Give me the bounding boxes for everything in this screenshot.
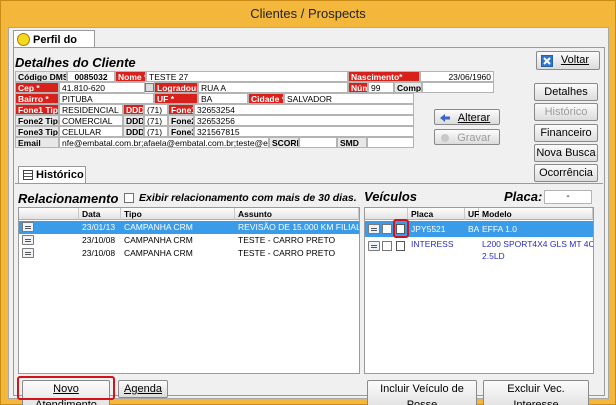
highlight-novo-atendimento xyxy=(17,376,115,400)
detalhes-title: Detalhes do Cliente xyxy=(15,55,136,70)
back-arrow-icon xyxy=(440,114,450,122)
tab-historico[interactable]: Histórico xyxy=(18,166,86,183)
voltar-button[interactable]: Voltar xyxy=(536,51,600,70)
label-bairro: Bairro * xyxy=(15,93,59,104)
ddd3-field[interactable]: (71) xyxy=(144,126,168,137)
table-row[interactable]: 23/10/08 CAMPANHA CRM TESTE - CARRO PRET… xyxy=(19,234,359,247)
veiculos-grid: Placa UF Modelo JPY5521 BA EFFA 1.0 INTE… xyxy=(364,207,594,374)
label-nascimento: Nascimento* xyxy=(348,71,420,82)
label-cidade: Cidade * xyxy=(248,93,284,104)
nova-busca-button[interactable]: Nova Busca xyxy=(534,144,598,162)
incluir-veiculo-button[interactable]: Incluir Veículo de Posse xyxy=(367,380,477,405)
ocorrencia-button[interactable]: Ocorrência xyxy=(534,164,598,182)
table-row[interactable]: INTERESS L200 SPORT4X4 GLS MT 4C 2.5LD xyxy=(365,238,593,264)
num-field[interactable]: 99 xyxy=(368,82,394,93)
cep-field[interactable]: 41.810-620 xyxy=(59,82,145,93)
history-icon xyxy=(23,170,33,180)
window-title: Clientes / Prospects xyxy=(250,6,366,21)
label-cep: Cep * xyxy=(15,82,59,93)
label-fone3: Fone3 xyxy=(168,126,194,137)
label-fone1: Fone1 xyxy=(168,104,194,115)
col-icon xyxy=(19,208,79,220)
message-icon[interactable] xyxy=(22,222,34,232)
label-fone1-tipo: Fone1 Tipo* xyxy=(15,104,59,115)
label-fone2: Fone2 xyxy=(168,115,194,126)
label-num: Núm* xyxy=(348,82,368,93)
table-row[interactable]: 23/10/08 CAMPANHA CRM TESTE - CARRO PRET… xyxy=(19,247,359,260)
highlight-document-icon xyxy=(393,219,409,238)
search-cep-icon[interactable] xyxy=(145,83,154,92)
tab-perfil-do-cliente[interactable]: Perfil do Cliente xyxy=(13,30,95,58)
message-icon[interactable] xyxy=(22,235,34,245)
col-assunto[interactable]: Assunto xyxy=(235,208,359,220)
veiculos-title: Veículos xyxy=(364,189,417,204)
bairro-field[interactable]: PITUBA xyxy=(59,93,154,104)
fone3-field[interactable]: 321567815 xyxy=(194,126,414,137)
document-icon[interactable] xyxy=(396,241,405,251)
fone1-field[interactable]: 32653254 xyxy=(194,104,414,115)
fone2-field[interactable]: 32653256 xyxy=(194,115,414,126)
message-icon[interactable] xyxy=(368,241,380,251)
exibir-30-dias-checkbox[interactable] xyxy=(124,193,134,203)
label-score: SCORE xyxy=(269,137,299,148)
email-field[interactable]: nfe@embatal.com.br;afaela@embatal.com.br… xyxy=(59,137,269,148)
close-x-icon xyxy=(541,55,553,67)
relacionamento-header: Data Tipo Assunto xyxy=(19,208,359,220)
excluir-veiculo-button[interactable]: Excluir Vec. Interesse xyxy=(483,380,589,405)
financeiro-button[interactable]: Financeiro xyxy=(534,124,598,142)
label-smd: SMD xyxy=(337,137,367,148)
fone1-tipo-field[interactable]: RESIDENCIAL xyxy=(59,104,123,115)
col-tipo[interactable]: Tipo xyxy=(121,208,235,220)
col-data[interactable]: Data xyxy=(79,208,121,220)
alterar-button[interactable]: Alterar xyxy=(434,109,500,125)
filter-icon[interactable] xyxy=(382,241,392,251)
ddd2-field[interactable]: (71) xyxy=(144,115,168,126)
exibir-30-dias-label: Exibir relacionamento com mais de 30 dia… xyxy=(139,192,357,204)
score-field[interactable] xyxy=(299,137,337,148)
label-fone2-tipo: Fone2 Tipo xyxy=(15,115,59,126)
historico-button[interactable]: Histórico xyxy=(534,103,598,121)
codigo-field[interactable]: 0085032 xyxy=(67,71,115,82)
uf-field[interactable]: BA xyxy=(198,93,248,104)
relacionamento-grid: Data Tipo Assunto 23/01/13 CAMPANHA CRM … xyxy=(18,207,360,374)
compl-field[interactable] xyxy=(422,82,494,93)
label-codigo: Código DMS xyxy=(15,71,67,82)
gravar-button[interactable]: Gravar xyxy=(434,129,500,145)
label-compl: Compl. xyxy=(394,82,422,93)
smd-field[interactable] xyxy=(367,137,414,148)
label-fone3-tipo: Fone3 Tipo xyxy=(15,126,59,137)
col-placa[interactable]: Placa xyxy=(408,208,465,220)
client-area: Perfil do Cliente Voltar Detalhes do Cli… xyxy=(8,27,609,405)
relacionamento-title: Relacionamento xyxy=(18,191,119,206)
placa-label: Placa: xyxy=(504,189,543,204)
main-window: Clientes / Prospects Perfil do Cliente V… xyxy=(0,0,616,405)
col-modelo[interactable]: Modelo xyxy=(479,208,593,220)
profile-panel: Voltar Detalhes do Cliente Código DMS 00… xyxy=(13,47,605,405)
fone2-tipo-field[interactable]: COMERCIAL xyxy=(59,115,123,126)
filter-icon[interactable] xyxy=(382,224,392,234)
table-row[interactable]: 23/01/13 CAMPANHA CRM REVISÃO DE 15.000 … xyxy=(19,221,359,234)
logradouro-field[interactable]: RUA A xyxy=(198,82,348,93)
col-uf[interactable]: UF xyxy=(465,208,479,220)
label-logradouro: Logradouro* xyxy=(154,82,198,93)
detalhes-button[interactable]: Detalhes xyxy=(534,83,598,101)
cidade-field[interactable]: SALVADOR xyxy=(284,93,414,104)
label-ddd3: DDD xyxy=(123,126,144,137)
nascimento-field[interactable]: 23/06/1960 xyxy=(420,71,494,82)
message-icon[interactable] xyxy=(22,248,34,258)
label-nome: Nome * xyxy=(115,71,146,82)
label-ddd1: DDD * xyxy=(123,104,144,115)
ddd1-field[interactable]: (71) xyxy=(144,104,168,115)
smiley-icon xyxy=(17,33,30,46)
placa-field[interactable]: - xyxy=(544,190,592,204)
nome-field[interactable]: TESTE 27 xyxy=(146,71,348,82)
label-ddd2: DDD xyxy=(123,115,144,126)
message-icon[interactable] xyxy=(368,224,380,234)
save-icon xyxy=(441,134,449,142)
label-uf: UF * xyxy=(154,93,198,104)
agenda-button[interactable]: Agenda xyxy=(118,380,168,398)
fone3-tipo-field[interactable]: CELULAR xyxy=(59,126,123,137)
label-email: Email xyxy=(15,137,59,148)
